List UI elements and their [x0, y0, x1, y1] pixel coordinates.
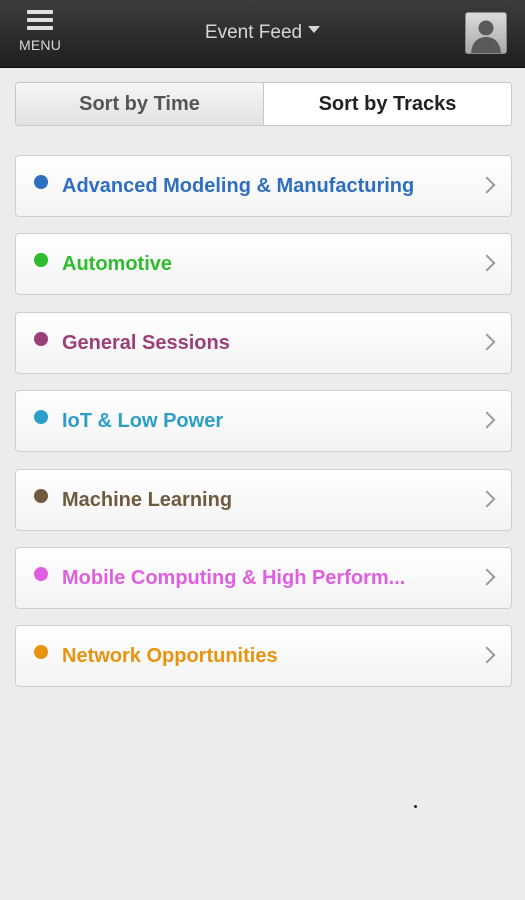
event-feed-dropdown[interactable]: Event Feed: [0, 22, 525, 44]
chevron-right-icon: [478, 568, 496, 586]
page-title: Event Feed: [204, 22, 303, 43]
track-label: Advanced Modeling & Manufacturing: [62, 175, 415, 197]
list-item[interactable]: Mobile Computing & High Perform...: [15, 546, 512, 609]
top-navigation-bar: MENU Event Feed: [0, 0, 525, 68]
track-label: Machine Learning: [62, 488, 233, 511]
chevron-right-icon: [478, 490, 496, 508]
list-item[interactable]: Advanced Modeling & Manufacturing: [15, 155, 512, 217]
list-item[interactable]: Network Opportunities: [15, 625, 512, 688]
list-item[interactable]: General Sessions: [15, 311, 512, 374]
user-avatar-button[interactable]: [465, 12, 507, 54]
chevron-right-icon: [478, 411, 496, 429]
tab-sort-by-time[interactable]: Sort by Time: [16, 83, 264, 125]
track-color-dot: [34, 488, 48, 503]
tracks-list: Advanced Modeling & Manufacturing Automot…: [15, 155, 512, 704]
user-avatar-icon: [471, 20, 501, 53]
caret-down-icon: [308, 26, 321, 34]
chevron-right-icon: [478, 333, 496, 351]
track-color-dot: [34, 331, 48, 346]
track-color-dot: [34, 410, 48, 425]
list-item[interactable]: Automotive: [15, 233, 512, 296]
tab-sort-by-tracks[interactable]: Sort by Tracks: [264, 83, 511, 125]
list-item[interactable]: Machine Learning: [15, 468, 512, 531]
list-item[interactable]: IoT & Low Power: [15, 390, 512, 453]
track-color-dot: [34, 175, 48, 189]
track-color-dot: [34, 253, 48, 268]
chevron-right-icon: [478, 646, 496, 664]
track-color-dot: [34, 566, 48, 581]
track-label: Automotive: [62, 253, 172, 276]
stray-dot: [414, 805, 417, 808]
track-label: IoT & Low Power: [62, 410, 224, 433]
track-color-dot: [34, 645, 48, 660]
sort-segmented-control: Sort by Time Sort by Tracks: [15, 82, 512, 126]
track-label: General Sessions: [62, 331, 230, 354]
track-label: Network Opportunities: [62, 645, 278, 668]
chevron-right-icon: [478, 254, 496, 272]
chevron-right-icon: [478, 176, 496, 194]
track-label: Mobile Computing & High Perform...: [62, 566, 406, 589]
